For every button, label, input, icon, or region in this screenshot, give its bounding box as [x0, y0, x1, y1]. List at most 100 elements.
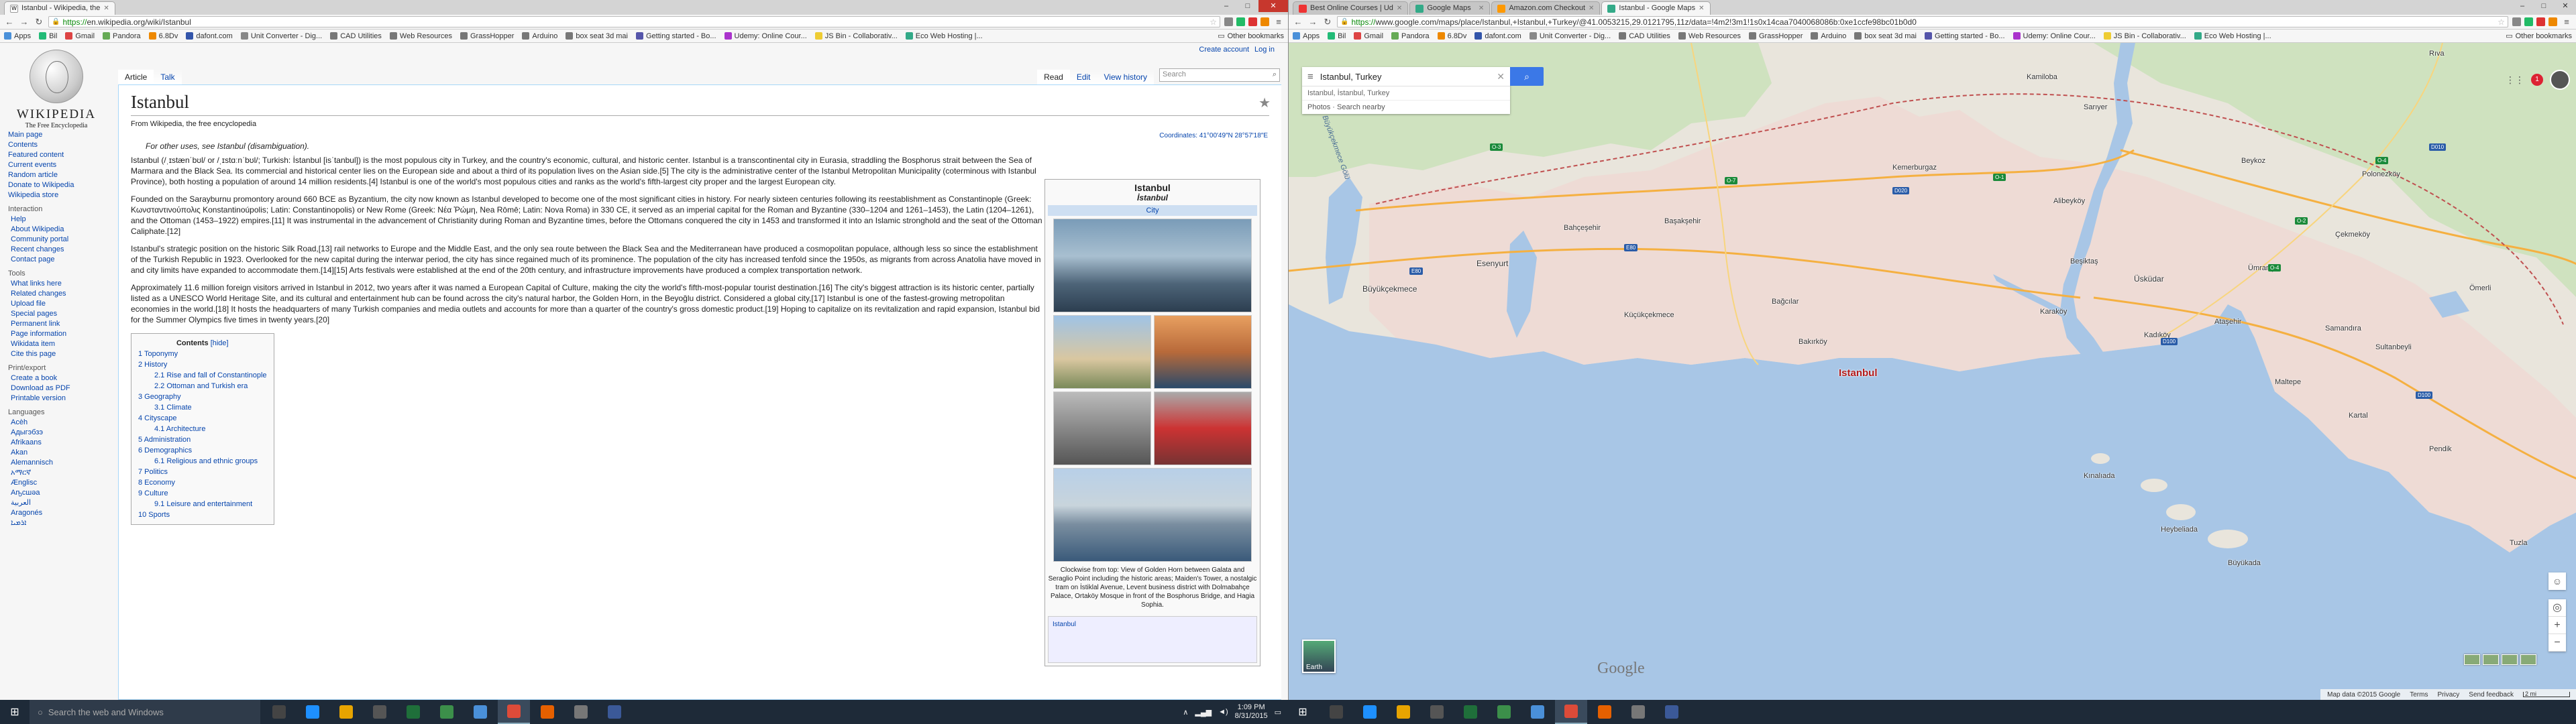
place-label[interactable]: Beykoz	[2241, 157, 2265, 165]
bookmark-item[interactable]: Arduino	[1811, 32, 1846, 40]
address-bar[interactable]: 🔒 https://en.wikipedia.org/wiki/Istanbul…	[48, 16, 1220, 27]
taskbar-app-icon[interactable]	[565, 700, 597, 724]
taskbar-app-icon[interactable]	[1555, 700, 1587, 724]
taskbar-app-icon[interactable]	[330, 700, 362, 724]
taskbar-app-icon[interactable]	[498, 700, 530, 724]
bookmark-item[interactable]: Apps	[1293, 32, 1320, 40]
place-label[interactable]: Samandıra	[2325, 324, 2361, 333]
toc-entry[interactable]: 10 Sports	[138, 509, 267, 520]
reload-icon[interactable]: ↻	[34, 17, 44, 27]
taskbar-app-icon[interactable]	[1454, 700, 1487, 724]
place-label[interactable]: Ömerli	[2469, 284, 2491, 292]
extension-icon[interactable]	[1236, 17, 1245, 26]
levent-skyline-photo[interactable]	[1053, 468, 1252, 562]
place-label[interactable]: Kınalıada	[2084, 472, 2114, 480]
place-label[interactable]: Sarıyer	[2084, 103, 2107, 111]
taskbar-app-icon[interactable]	[364, 700, 396, 724]
hamburger-menu-icon[interactable]: ≡	[1307, 71, 1313, 82]
bookmark-item[interactable]: Udemy: Online Cour...	[724, 32, 807, 40]
place-label[interactable]: Polonezköy	[2362, 170, 2400, 178]
taskbar-app-icon[interactable]	[1421, 700, 1453, 724]
place-label[interactable]: Küçükçekmece	[1624, 311, 1674, 319]
sidebar-link[interactable]: Permanent link	[8, 319, 109, 329]
bookmark-item[interactable]: Arduino	[522, 32, 557, 40]
imagery-thumbnail[interactable]	[2464, 654, 2480, 665]
toc-entry[interactable]: 2 History	[138, 359, 267, 370]
toc-entry[interactable]: 1 Toponymy	[138, 349, 267, 359]
terms-link[interactable]: Terms	[2410, 691, 2428, 699]
back-icon[interactable]: ←	[1293, 17, 1303, 27]
sidebar-link[interactable]: What links here	[8, 279, 109, 289]
sidebar-link[interactable]: Printable version	[8, 394, 109, 404]
tab-article[interactable]: Article	[118, 70, 154, 84]
maps-search-input[interactable]: Istanbul, Turkey	[1320, 72, 1382, 82]
toc-hide-link[interactable]: [hide]	[211, 339, 229, 347]
sidebar-link[interactable]: Help	[8, 215, 109, 225]
maximize-button[interactable]: □	[2533, 0, 2555, 12]
toc-entry[interactable]: 6 Demographics	[138, 445, 267, 456]
place-label[interactable]: Alibeyköy	[2053, 197, 2085, 205]
sidebar-heading-interaction[interactable]: Interaction	[8, 204, 109, 215]
infobox-type[interactable]: City	[1048, 205, 1257, 216]
toc-entry[interactable]: 9 Culture	[138, 488, 267, 499]
bookmark-item[interactable]: Eco Web Hosting |...	[2194, 32, 2271, 40]
bookmark-item[interactable]: Pandora	[1391, 32, 1430, 40]
place-label[interactable]: Üsküdar	[2134, 274, 2164, 284]
menu-icon[interactable]: ≡	[2561, 17, 2572, 27]
bookmark-item[interactable]: Udemy: Online Cour...	[2012, 32, 2096, 40]
taskbar-app-icon[interactable]	[431, 700, 463, 724]
sidebar-link[interactable]: ܐܪܡܝܐ	[8, 518, 109, 528]
bookmark-item[interactable]: Getting started - Bo...	[635, 32, 716, 40]
toc-entry[interactable]: 2.2 Ottoman and Turkish era	[138, 381, 267, 391]
place-label[interactable]: Maltepe	[2275, 378, 2301, 386]
imagery-thumbnail[interactable]	[2502, 654, 2518, 665]
close-tab-icon[interactable]: ✕	[103, 2, 109, 15]
coordinates[interactable]: Coordinates: 41°00′49″N 28°57′18″E	[1159, 132, 1268, 139]
maidens-tower-photo[interactable]	[1154, 315, 1252, 389]
place-label[interactable]: Kartal	[2349, 412, 2368, 420]
bookmark-star-icon[interactable]: ☆	[2498, 17, 2505, 27]
place-label[interactable]: Çekmeköy	[2335, 231, 2370, 239]
close-tab-icon[interactable]: ✕	[1397, 2, 1402, 15]
sidebar-link[interactable]: Special pages	[8, 309, 109, 319]
bookmark-item[interactable]: Bil	[39, 32, 57, 40]
sidebar-link[interactable]: Alemannisch	[8, 458, 109, 468]
sidebar-link[interactable]: Ænglisc	[8, 478, 109, 488]
bookmark-item[interactable]: Bil	[1328, 32, 1346, 40]
other-bookmarks[interactable]: ▭ Other bookmarks	[1218, 32, 1284, 41]
place-label[interactable]: Bağcılar	[1772, 298, 1799, 306]
place-label[interactable]: Büyükçekmece	[1362, 284, 1417, 294]
sidebar-link[interactable]: Featured content	[8, 150, 109, 160]
zoom-in-button[interactable]: +	[2548, 617, 2566, 634]
pinterest-icon[interactable]	[1248, 17, 1257, 26]
place-label[interactable]: Tuzla	[2510, 539, 2528, 547]
toc-entry[interactable]: 4.1 Architecture	[138, 424, 267, 434]
tab-view-history[interactable]: View history	[1097, 70, 1154, 84]
bookmark-item[interactable]: 6.8Dv	[1437, 32, 1466, 40]
maps-search-button[interactable]: ⌕	[1510, 67, 1544, 86]
maximize-button[interactable]: □	[1237, 0, 1258, 12]
place-label[interactable]: Bahçeşehir	[1564, 224, 1601, 232]
taskbar-app-icon[interactable]	[464, 700, 496, 724]
taskbar-app-icon[interactable]	[1521, 700, 1554, 724]
bookmark-item[interactable]: 6.8Dv	[148, 32, 178, 40]
place-label[interactable]: Rıva	[2429, 50, 2445, 58]
place-label[interactable]: Kemerburgaz	[1892, 164, 1937, 172]
sidebar-heading-languages[interactable]: Languages	[8, 408, 109, 418]
close-window-button[interactable]: ✕	[1258, 0, 1288, 12]
bookmark-item[interactable]: Unit Converter - Dig...	[240, 32, 322, 40]
clock[interactable]: 1:09 PM 8/31/2015	[1235, 703, 1268, 721]
sidebar-link[interactable]: Contact page	[8, 255, 109, 265]
sidebar-link[interactable]: About Wikipedia	[8, 225, 109, 235]
bookmark-item[interactable]: CAD Utilities	[1619, 32, 1670, 40]
pegman-icon[interactable]: ☺	[2548, 572, 2566, 590]
log-in-link[interactable]: Log in	[1254, 46, 1275, 54]
taskbar-app-icon[interactable]	[531, 700, 564, 724]
bookmark-item[interactable]: JS Bin - Collaborativ...	[2103, 32, 2186, 40]
place-label[interactable]: Büyükada	[2228, 559, 2261, 567]
place-label[interactable]: Pendik	[2429, 445, 2452, 453]
my-location-icon[interactable]: ◎	[2548, 599, 2566, 617]
sidebar-link[interactable]: Current events	[8, 160, 109, 170]
forward-icon[interactable]: →	[1307, 17, 1318, 27]
place-actions[interactable]: Photos · Search nearby	[1302, 100, 1510, 114]
